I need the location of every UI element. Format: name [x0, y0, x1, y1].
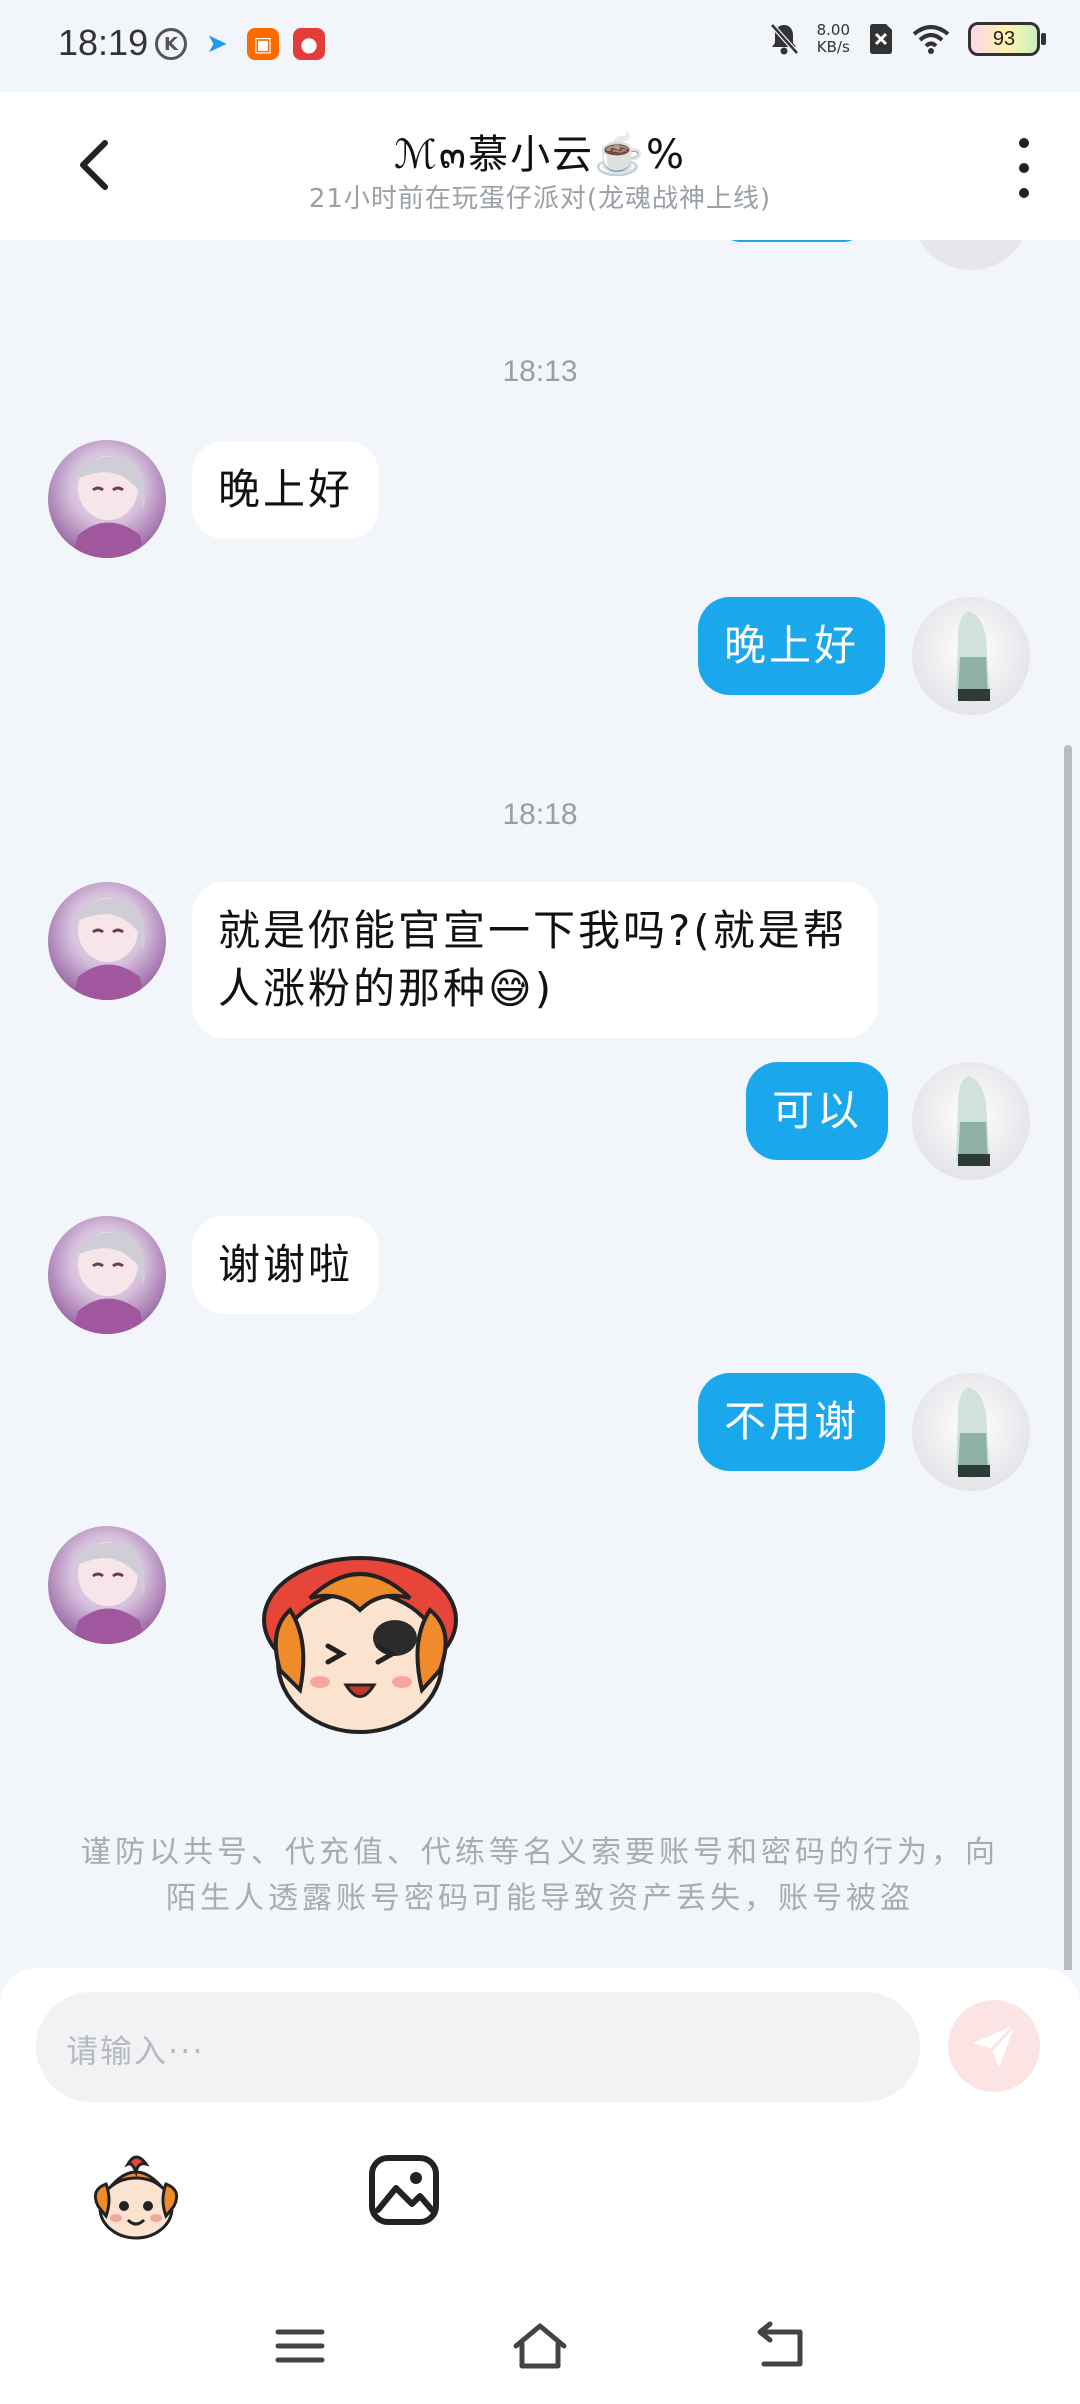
- contact-status: 21小时前在玩蛋仔派对(龙魂战神上线): [308, 184, 772, 214]
- my-avatar[interactable]: [912, 1062, 1030, 1180]
- kuaishou-app-icon: ▣: [247, 28, 279, 60]
- my-avatar-image: [956, 1076, 990, 1167]
- k-app-icon: K: [155, 28, 187, 60]
- outgoing-message[interactable]: 不用谢: [698, 1373, 886, 1471]
- contact-avatar-image: [72, 898, 145, 1000]
- my-avatar[interactable]: [912, 240, 1030, 270]
- contact-avatar[interactable]: [48, 1526, 166, 1644]
- incoming-message[interactable]: 谢谢啦: [192, 1216, 380, 1314]
- net-speed-unit: KB/s: [816, 38, 850, 56]
- mute-bell-icon: [769, 23, 799, 55]
- status-right: 8.00 KB/s 93: [769, 22, 1046, 56]
- menu-icon[interactable]: [270, 2318, 330, 2374]
- notification-icons: K ➤ ▣ ●: [155, 28, 325, 60]
- more-dot-icon: [1019, 163, 1029, 173]
- paper-plane-icon: [973, 2023, 1017, 2067]
- net-speed: 8.00 KB/s: [817, 22, 850, 56]
- outgoing-message[interactable]: 晚上好: [698, 597, 886, 695]
- arrow-app-icon: ➤: [206, 29, 228, 59]
- my-avatar-image: [956, 611, 990, 702]
- wifi-icon: [912, 25, 950, 54]
- contact-avatar[interactable]: [48, 1216, 166, 1334]
- status-bar: 18:19 K ➤ ▣ ● 8.00 KB/s 93: [0, 0, 1080, 92]
- chat-messages[interactable]: 18:13 晚上好 晚上好 18:18 就是你能官宣一下我吗?(就是帮人涨粉的那…: [0, 240, 1080, 1970]
- contact-avatar-image: [72, 1542, 145, 1644]
- image-icon[interactable]: [368, 2154, 440, 2226]
- input-placeholder: 请输入···: [66, 2032, 205, 2070]
- battery-indicator: 93: [968, 22, 1046, 56]
- back-icon[interactable]: [750, 2318, 810, 2374]
- net-speed-value: 8.00: [816, 21, 850, 39]
- incoming-message[interactable]: 晚上好: [192, 441, 380, 539]
- sticker-message[interactable]: [250, 1550, 480, 1750]
- chat-scrollbar[interactable]: [1064, 745, 1072, 1970]
- my-avatar[interactable]: [912, 597, 1030, 715]
- contact-avatar[interactable]: [48, 882, 166, 1000]
- message-input[interactable]: 请输入···: [36, 1992, 920, 2102]
- contact-name: ℳ๓慕小云☕️%: [394, 132, 686, 178]
- home-icon[interactable]: [510, 2318, 570, 2374]
- chat-header: ℳ๓慕小云☕️% 21小时前在玩蛋仔派对(龙魂战神上线): [0, 92, 1080, 240]
- contact-avatar[interactable]: [48, 440, 166, 558]
- contact-avatar-image: [72, 456, 145, 558]
- sim-x-icon: [870, 24, 892, 54]
- my-avatar-image: [956, 1387, 990, 1478]
- outgoing-message[interactable]: 可以: [746, 1062, 889, 1160]
- more-options-button[interactable]: [1004, 138, 1044, 198]
- contact-avatar-image: [72, 1232, 145, 1334]
- eggy-emoji-icon[interactable]: [88, 2150, 184, 2246]
- security-warning: 谨防以共号、代充值、代练等名义索要账号和密码的行为，向陌生人透露账号密码可能导致…: [81, 1835, 999, 1916]
- more-dot-icon: [1019, 138, 1029, 148]
- message-timestamp: 18:18: [502, 798, 578, 831]
- send-button[interactable]: [948, 2000, 1040, 2092]
- previous-message-bubble: [722, 240, 862, 242]
- system-nav-bar: [0, 2290, 1080, 2404]
- my-avatar[interactable]: [912, 1373, 1030, 1491]
- incoming-message[interactable]: 就是你能官宣一下我吗?(就是帮人涨粉的那种😅): [192, 882, 878, 1038]
- message-timestamp: 18:13: [502, 355, 578, 388]
- red-app-icon: ●: [293, 28, 325, 60]
- more-dot-icon: [1019, 188, 1029, 198]
- status-time: 18:19: [58, 22, 149, 63]
